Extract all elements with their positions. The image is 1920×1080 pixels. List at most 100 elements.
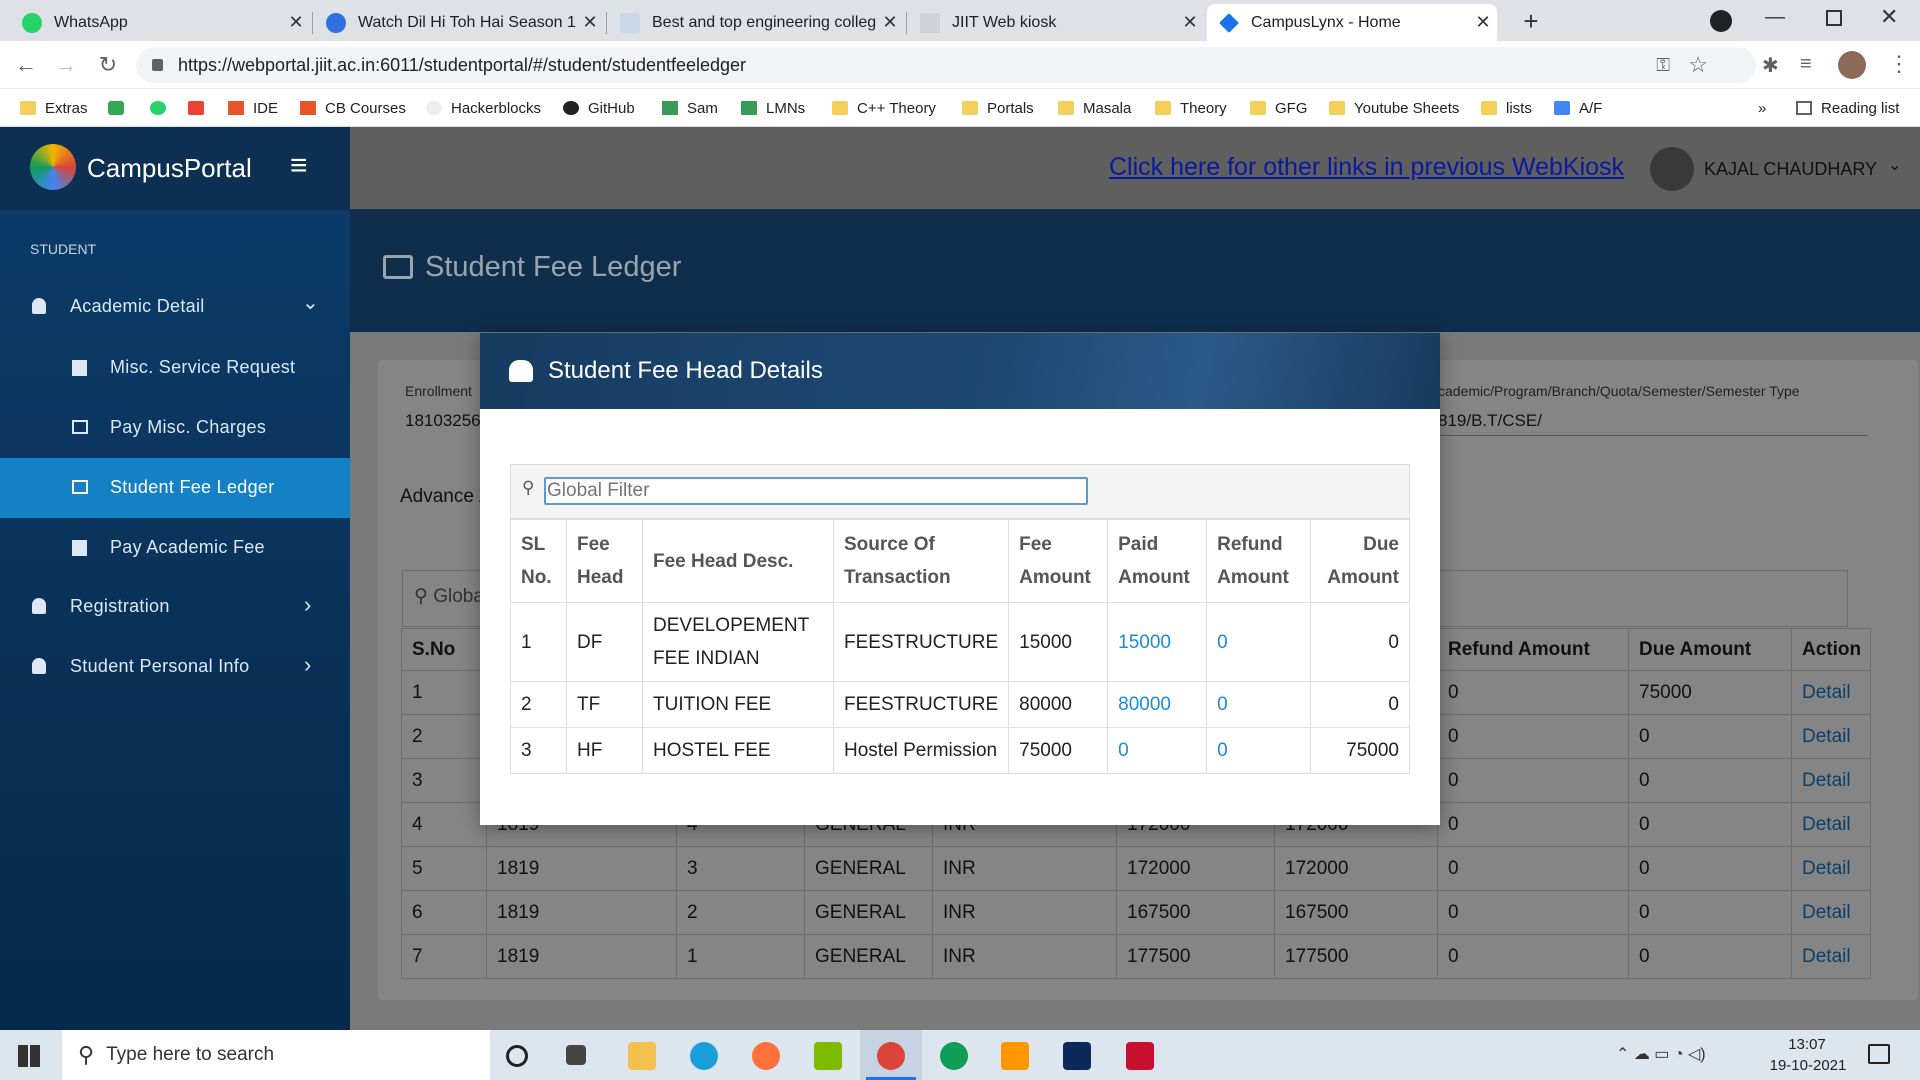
sidebar-item-academic-detail[interactable]: Academic Detail ⌄: [0, 278, 350, 338]
sidebar-item-pay-misc-charges[interactable]: Pay Misc. Charges: [0, 398, 350, 458]
window-close-icon[interactable]: ✕: [1880, 4, 1898, 30]
hamburger-menu-icon[interactable]: ≡: [290, 149, 308, 183]
bookmark-whatsapp[interactable]: [150, 95, 175, 121]
back-arrow-icon[interactable]: ←: [12, 51, 40, 79]
notifications-icon[interactable]: [1868, 1044, 1890, 1064]
bookmark-cb-courses[interactable]: CB Courses: [300, 95, 406, 121]
program-value: 819/B.T/CSE/: [1438, 411, 1542, 430]
user-avatar[interactable]: [1650, 147, 1694, 191]
app-icon[interactable]: [814, 1042, 842, 1070]
github-icon: [563, 101, 579, 115]
bookmark-ide[interactable]: IDE: [228, 95, 278, 121]
bookmark-github[interactable]: GitHub: [563, 95, 635, 121]
paid-amount-link[interactable]: 80000: [1107, 681, 1208, 728]
close-tab-icon[interactable]: ✕: [1469, 12, 1497, 33]
refund-amount-link[interactable]: 0: [1206, 727, 1312, 774]
paid-amount-link[interactable]: 0: [1107, 727, 1208, 774]
sidebar-item-student-fee-ledger[interactable]: Student Fee Ledger: [0, 458, 350, 518]
bookmark-star-icon[interactable]: ☆: [1688, 47, 1708, 83]
bookmark-meet[interactable]: [108, 95, 133, 121]
clock-date[interactable]: 19-10-2021: [1766, 1057, 1850, 1074]
sidebar-item-registration[interactable]: Registration ›: [0, 578, 350, 638]
bookmark-lmns[interactable]: LMNs: [741, 95, 805, 121]
advance-label: Advance /: [400, 486, 485, 507]
bookmark-sam[interactable]: Sam: [662, 95, 718, 121]
bookmark-af[interactable]: A/F: [1554, 95, 1602, 121]
bg-filter[interactable]: ⚲ Globa: [414, 585, 484, 608]
detail-link[interactable]: Detail: [1791, 670, 1871, 715]
col-source: Source Of Transaction: [832, 519, 1010, 603]
maximize-icon[interactable]: [1826, 10, 1842, 26]
forward-arrow-icon[interactable]: →: [52, 51, 80, 79]
tab-watch[interactable]: Watch Dil Hi Toh Hai Season 1 Ep ✕: [314, 4, 604, 41]
reading-list-button[interactable]: Reading list: [1796, 95, 1899, 121]
tab-webkiosk[interactable]: JIIT Web kiosk ✕: [908, 4, 1204, 41]
wave-app-icon[interactable]: [1063, 1042, 1091, 1070]
folder-icon: [1329, 101, 1345, 115]
sidebar-item-pay-academic-fee[interactable]: Pay Academic Fee: [0, 518, 350, 578]
table-row: 2 TF TUITION FEE FEESTRUCTURE 80000 8000…: [510, 681, 1410, 728]
bookmark-youtube-sheets[interactable]: Youtube Sheets: [1329, 95, 1459, 121]
bookmark-hackerblocks[interactable]: Hackerblocks: [426, 95, 541, 121]
refund-amount-link[interactable]: 0: [1206, 681, 1312, 728]
close-tab-icon[interactable]: ✕: [576, 12, 604, 33]
menu-dots-icon[interactable]: ⋮: [1888, 51, 1910, 77]
global-filter-input[interactable]: [544, 477, 1088, 505]
campusportal-logo: [30, 144, 76, 190]
sidebar-item-student-personal-info[interactable]: Student Personal Info ›: [0, 638, 350, 698]
page-header: Student Fee Ledger: [350, 209, 1920, 332]
profile-avatar[interactable]: [1838, 51, 1866, 79]
table-row: 5 1819 3 GENERAL INR 172000 172000 0 0 Detail: [401, 846, 1871, 891]
extensions-icon[interactable]: ✱: [1762, 53, 1779, 78]
task-view-icon[interactable]: [566, 1045, 586, 1065]
clock-time[interactable]: 13:07: [1770, 1036, 1844, 1053]
close-tab-icon[interactable]: ✕: [282, 12, 310, 33]
reload-icon[interactable]: ↻: [94, 51, 122, 79]
taskbar-search[interactable]: ⚲ Type here to search: [62, 1030, 490, 1080]
system-tray-icons[interactable]: ⌃ ☁ ▭ ◔ ◁): [1616, 1044, 1706, 1064]
tab-campuslynx[interactable]: CampusLynx - Home ✕: [1207, 4, 1497, 41]
chrome-profile-icon[interactable]: [940, 1042, 968, 1070]
bookmark-masala[interactable]: Masala: [1058, 95, 1131, 121]
detail-link[interactable]: Detail: [1791, 934, 1871, 979]
chrome-icon[interactable]: [877, 1042, 905, 1070]
file-explorer-icon[interactable]: [628, 1042, 656, 1070]
close-tab-icon[interactable]: ✕: [1176, 12, 1204, 33]
user-name[interactable]: KAJAL CHAUDHARY: [1704, 159, 1877, 180]
bookmarks-more-icon[interactable]: »: [1758, 95, 1766, 121]
address-bar[interactable]: https://webportal.jiit.ac.in:6011/studen…: [136, 47, 1756, 83]
previous-webkiosk-link[interactable]: Click here for other links in previous W…: [1109, 153, 1624, 182]
tab-whatsapp[interactable]: WhatsApp ✕: [10, 4, 310, 41]
refund-amount-link[interactable]: 0: [1206, 602, 1312, 682]
bookmark-cpp-theory[interactable]: C++ Theory: [832, 95, 936, 121]
tab-search-icon[interactable]: [1710, 10, 1732, 32]
mcafee-icon[interactable]: [1126, 1042, 1154, 1070]
bookmark-lists[interactable]: lists: [1481, 95, 1532, 121]
media-icon[interactable]: ≡: [1800, 53, 1812, 76]
detail-link[interactable]: Detail: [1791, 714, 1871, 759]
paid-amount-link[interactable]: 15000: [1107, 602, 1208, 682]
windows-start-icon[interactable]: [18, 1045, 40, 1067]
edge-icon[interactable]: [690, 1042, 718, 1070]
bookmark-gfg[interactable]: GFG: [1250, 95, 1308, 121]
bookmark-gmail[interactable]: [188, 95, 213, 121]
bookmark-theory[interactable]: Theory: [1155, 95, 1227, 121]
close-tab-icon[interactable]: ✕: [876, 12, 904, 33]
user-menu-chevron-icon[interactable]: ⌄: [1888, 155, 1901, 175]
tab-college[interactable]: Best and top engineering college ✕: [608, 4, 904, 41]
detail-link[interactable]: Detail: [1791, 846, 1871, 891]
minimize-icon[interactable]: —: [1765, 6, 1785, 29]
campuslynx-icon: [1219, 12, 1239, 33]
bookmark-extras[interactable]: Extras: [20, 95, 88, 121]
firefox-icon[interactable]: [752, 1042, 780, 1070]
bookmark-portals[interactable]: Portals: [962, 95, 1034, 121]
new-tab-button[interactable]: +: [1516, 6, 1546, 36]
col-refund-amount: Refund Amount: [1206, 519, 1312, 603]
cortana-icon[interactable]: [506, 1045, 528, 1067]
key-icon[interactable]: ⚿: [1656, 47, 1670, 83]
detail-link[interactable]: Detail: [1791, 890, 1871, 935]
detail-link[interactable]: Detail: [1791, 758, 1871, 803]
sidebar-item-misc-service-request[interactable]: Misc. Service Request: [0, 338, 350, 398]
sublime-icon[interactable]: [1001, 1042, 1029, 1070]
detail-link[interactable]: Detail: [1791, 802, 1871, 847]
